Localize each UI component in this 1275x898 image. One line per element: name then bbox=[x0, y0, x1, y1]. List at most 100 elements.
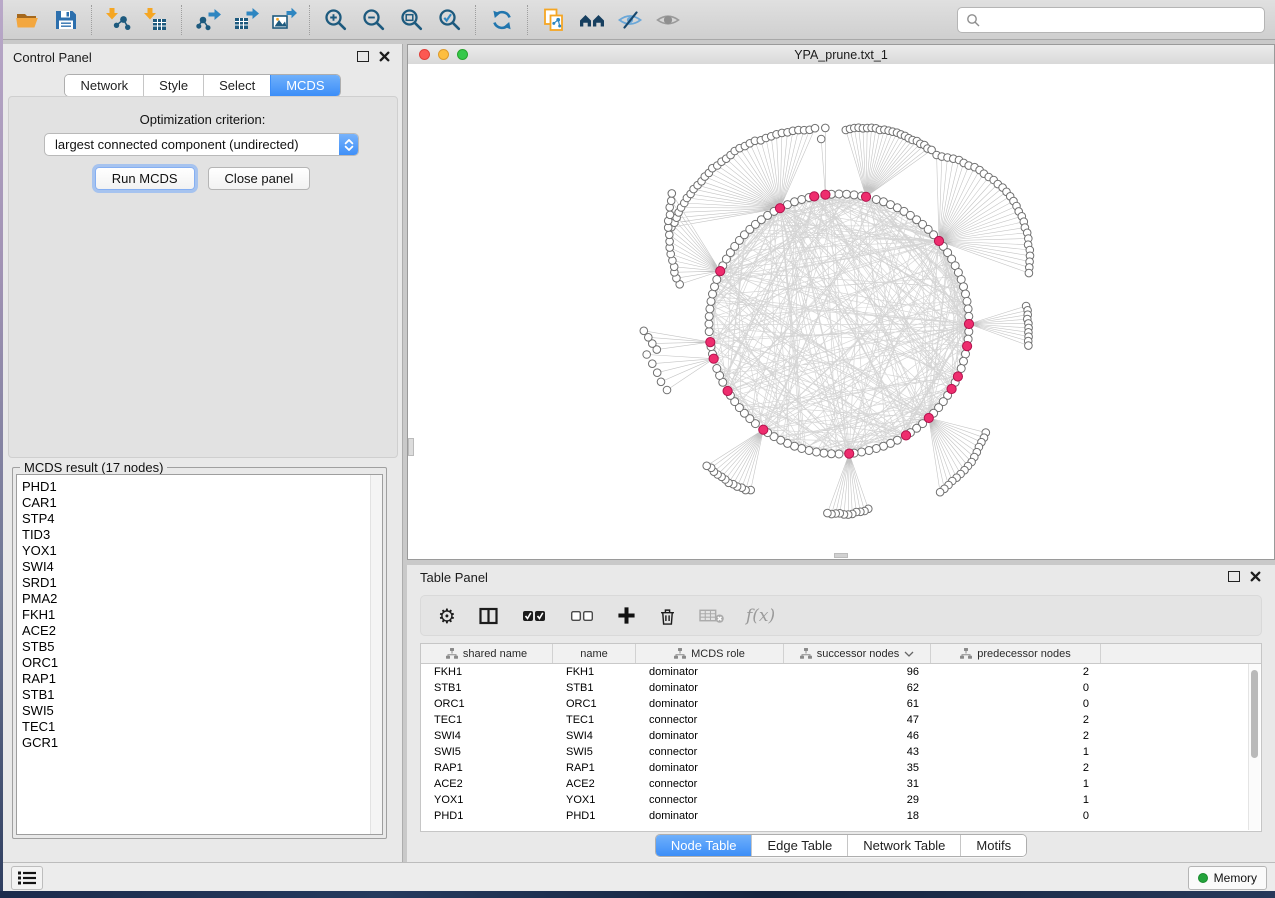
mcds-dominator-node[interactable] bbox=[901, 431, 910, 440]
table-row[interactable]: YOX1YOX1connector291 bbox=[421, 792, 1261, 808]
table-row[interactable]: PHD1PHD1dominator180 bbox=[421, 808, 1261, 824]
hide-selected-icon[interactable] bbox=[611, 3, 649, 37]
add-column-icon[interactable] bbox=[617, 606, 636, 625]
new-network-from-selection-icon[interactable] bbox=[535, 3, 573, 37]
network-node[interactable] bbox=[843, 190, 851, 198]
search-field[interactable] bbox=[957, 7, 1265, 33]
save-session-icon[interactable] bbox=[47, 3, 85, 37]
column-header-successor-nodes[interactable]: successor nodes bbox=[784, 644, 931, 663]
network-node[interactable] bbox=[957, 365, 965, 373]
network-node[interactable] bbox=[962, 350, 970, 358]
mcds-dominator-node[interactable] bbox=[759, 425, 768, 434]
split-panel-icon[interactable] bbox=[478, 606, 499, 626]
import-network-icon[interactable] bbox=[99, 3, 137, 37]
mcds-dominator-node[interactable] bbox=[723, 386, 732, 395]
delete-column-icon[interactable] bbox=[658, 606, 677, 626]
tab-style[interactable]: Style bbox=[143, 75, 203, 96]
network-node[interactable] bbox=[640, 327, 648, 335]
network-node[interactable] bbox=[812, 448, 820, 456]
run-mcds-button[interactable]: Run MCDS bbox=[95, 167, 195, 190]
network-node[interactable] bbox=[798, 196, 806, 204]
network-node[interactable] bbox=[706, 305, 714, 313]
network-node[interactable] bbox=[936, 488, 944, 496]
network-window-titlebar[interactable]: YPA_prune.txt_1 bbox=[408, 45, 1274, 65]
mcds-dominator-node[interactable] bbox=[964, 319, 973, 328]
network-node[interactable] bbox=[713, 276, 721, 284]
mcds-dominator-node[interactable] bbox=[947, 384, 956, 393]
mcds-dominator-node[interactable] bbox=[845, 449, 854, 458]
network-node[interactable] bbox=[963, 297, 971, 305]
network-canvas[interactable] bbox=[408, 64, 1274, 559]
network-node[interactable] bbox=[1025, 269, 1033, 277]
table-row[interactable]: TEC1TEC1connector472 bbox=[421, 712, 1261, 728]
table-row[interactable]: ORC1ORC1dominator610 bbox=[421, 696, 1261, 712]
network-node[interactable] bbox=[811, 124, 819, 132]
export-network-icon[interactable] bbox=[189, 3, 227, 37]
table-scrollbar[interactable] bbox=[1248, 664, 1260, 830]
column-header-shared-name[interactable]: shared name bbox=[421, 644, 553, 663]
mcds-dominator-node[interactable] bbox=[963, 342, 972, 351]
mcds-dominator-node[interactable] bbox=[775, 204, 784, 213]
mcds-dominator-node[interactable] bbox=[924, 413, 933, 422]
network-node[interactable] bbox=[820, 449, 828, 457]
search-input[interactable] bbox=[986, 12, 1256, 28]
mcds-dominator-node[interactable] bbox=[861, 192, 870, 201]
tab-node-table[interactable]: Node Table bbox=[656, 835, 752, 856]
splitter-handle-bottom[interactable] bbox=[834, 553, 848, 558]
close-panel-icon[interactable] bbox=[379, 51, 390, 62]
network-node[interactable] bbox=[705, 320, 713, 328]
table-scrollbar-thumb[interactable] bbox=[1251, 670, 1258, 758]
network-node[interactable] bbox=[962, 290, 970, 298]
first-neighbors-icon[interactable] bbox=[573, 3, 611, 37]
memory-button[interactable]: Memory bbox=[1188, 866, 1267, 890]
table-row[interactable]: STB1STB1dominator620 bbox=[421, 680, 1261, 696]
mcds-dominator-node[interactable] bbox=[821, 190, 830, 199]
select-all-checkboxes-icon[interactable] bbox=[521, 607, 547, 625]
network-node[interactable] bbox=[663, 386, 671, 394]
network-node[interactable] bbox=[653, 369, 661, 377]
float-table-panel-icon[interactable] bbox=[1228, 571, 1240, 582]
table-row[interactable]: RAP1RAP1dominator352 bbox=[421, 760, 1261, 776]
zoom-fit-icon[interactable] bbox=[393, 3, 431, 37]
mcds-result-list[interactable]: PHD1CAR1STP4TID3YOX1SWI4SRD1PMA2FKH1ACE2… bbox=[16, 474, 383, 835]
table-row[interactable]: ACE2ACE2connector311 bbox=[421, 776, 1261, 792]
tab-mcds[interactable]: MCDS bbox=[270, 75, 339, 96]
network-node[interactable] bbox=[668, 190, 676, 198]
network-node[interactable] bbox=[960, 283, 968, 291]
network-node[interactable] bbox=[666, 231, 674, 239]
export-table-icon[interactable] bbox=[227, 3, 265, 37]
tab-network[interactable]: Network bbox=[65, 75, 143, 96]
tab-motifs[interactable]: Motifs bbox=[960, 835, 1026, 856]
mcds-dominator-node[interactable] bbox=[953, 372, 962, 381]
network-node[interactable] bbox=[805, 447, 813, 455]
column-header-mcds-role[interactable]: MCDS role bbox=[636, 644, 784, 663]
network-node[interactable] bbox=[872, 445, 880, 453]
network-node[interactable] bbox=[707, 297, 715, 305]
network-node[interactable] bbox=[705, 328, 713, 336]
network-node[interactable] bbox=[865, 447, 873, 455]
network-node[interactable] bbox=[822, 124, 830, 132]
mcds-dominator-node[interactable] bbox=[706, 338, 715, 347]
mcds-dominator-node[interactable] bbox=[810, 192, 819, 201]
column-header-predecessor-nodes[interactable]: predecessor nodes bbox=[931, 644, 1101, 663]
column-header-name[interactable]: name bbox=[553, 644, 636, 663]
export-image-icon[interactable] bbox=[265, 3, 303, 37]
table-row[interactable]: FKH1FKH1dominator962 bbox=[421, 664, 1261, 680]
open-session-icon[interactable] bbox=[9, 3, 47, 37]
panel-list-button[interactable] bbox=[11, 866, 43, 890]
network-node[interactable] bbox=[817, 135, 825, 143]
zoom-out-icon[interactable] bbox=[355, 3, 393, 37]
tab-edge-table[interactable]: Edge Table bbox=[751, 835, 847, 856]
mcds-list-scrollbar[interactable] bbox=[370, 475, 382, 834]
network-node[interactable] bbox=[705, 312, 713, 320]
network-node[interactable] bbox=[827, 450, 835, 458]
tab-network-table[interactable]: Network Table bbox=[847, 835, 960, 856]
network-node[interactable] bbox=[703, 462, 711, 470]
table-row[interactable]: SWI5SWI5connector431 bbox=[421, 744, 1261, 760]
import-table-icon[interactable] bbox=[137, 3, 175, 37]
refresh-view-icon[interactable] bbox=[483, 3, 521, 37]
network-node[interactable] bbox=[667, 197, 675, 205]
float-panel-icon[interactable] bbox=[357, 51, 369, 62]
zoom-in-icon[interactable] bbox=[317, 3, 355, 37]
network-node[interactable] bbox=[657, 378, 665, 386]
